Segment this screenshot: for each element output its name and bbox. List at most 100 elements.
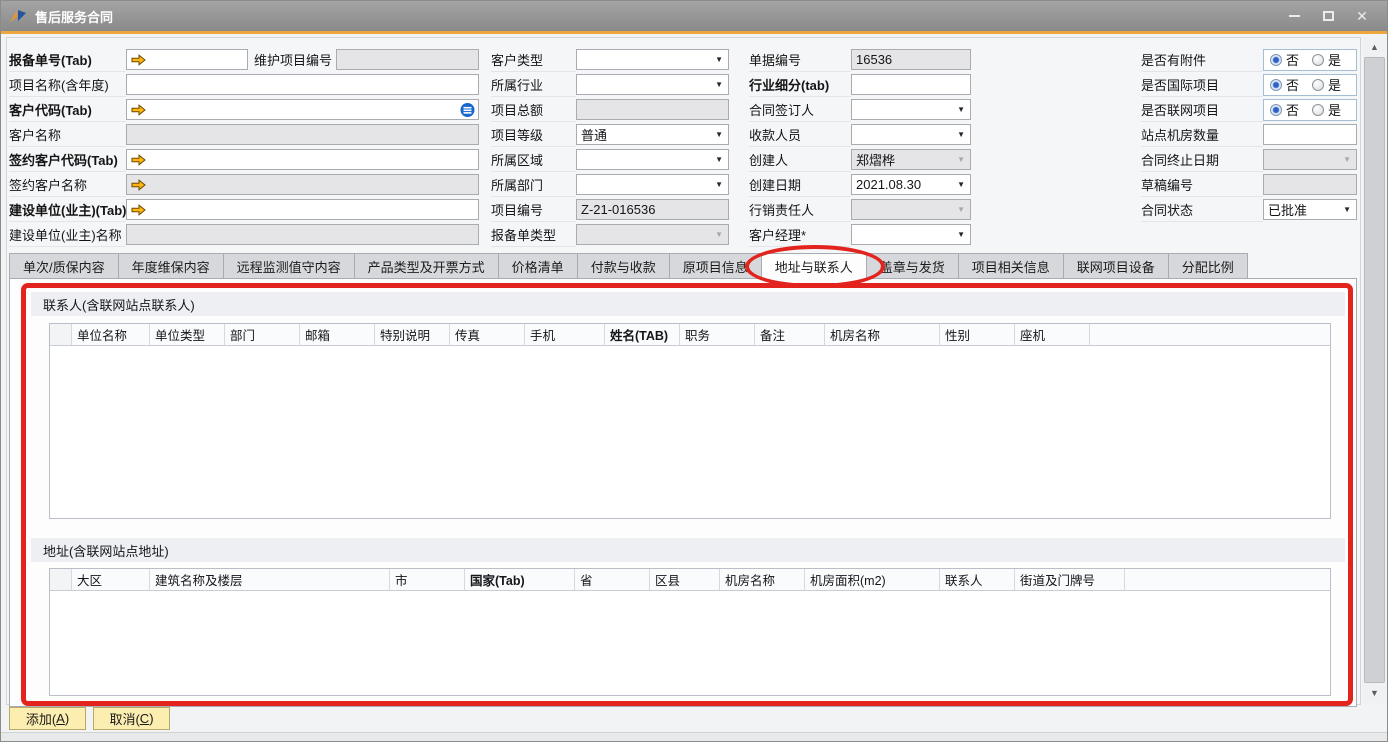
select-field[interactable]: ▼ [851,224,971,245]
radio-option-label: 否 [1286,50,1299,69]
maximize-button[interactable] [1311,5,1345,27]
select-field[interactable]: ▼ [576,149,729,170]
column-header[interactable]: 联系人 [940,569,1015,590]
field-label: 合同签订人 [749,97,851,122]
lookup-list-icon[interactable] [460,102,475,117]
form-field-area [126,147,479,172]
scroll-up-icon[interactable]: ▲ [1363,37,1386,57]
field-label: 客户名称 [9,122,126,147]
tab-4[interactable]: 产品类型及开票方式 [354,253,499,279]
column-header[interactable]: 职务 [680,324,755,345]
text-field-disabled [126,174,479,195]
column-header[interactable]: 单位名称 [72,324,150,345]
column-header[interactable]: 建筑名称及楼层 [150,569,390,590]
tab-5[interactable]: 价格清单 [498,253,578,279]
tab-11[interactable]: 联网项目设备 [1063,253,1169,279]
column-header[interactable]: 国家(Tab) [465,569,575,590]
column-header[interactable]: 省 [575,569,650,590]
column-header[interactable]: 传真 [450,324,525,345]
field-value: 2021.08.30 [856,177,921,192]
text-field[interactable] [126,49,248,70]
column-header[interactable]: 机房面积(m2) [805,569,940,590]
contacts-table: 单位名称单位类型部门邮箱特别说明传真手机姓名(TAB)职务备注机房名称性别座机 [49,323,1331,519]
radio-option[interactable]: 否 [1270,75,1299,94]
column-header[interactable]: 手机 [525,324,605,345]
form-field-area [576,97,729,122]
field-label: 报备单类型 [491,222,576,247]
select-field[interactable]: ▼ [851,99,971,120]
column-header[interactable]: 特别说明 [375,324,450,345]
column-header[interactable]: 姓名(TAB) [605,324,680,345]
column-header[interactable]: 邮箱 [300,324,375,345]
column-header[interactable]: 街道及门牌号 [1015,569,1125,590]
column-header[interactable]: 单位类型 [150,324,225,345]
column-header[interactable]: 区县 [650,569,720,590]
tab-10[interactable]: 项目相关信息 [958,253,1064,279]
form-row: 客户名称 [9,122,479,147]
select-field[interactable]: 普通▼ [576,124,729,145]
column-header[interactable]: 性别 [940,324,1015,345]
field-label: 项目总额 [491,97,576,122]
tab-9[interactable]: 盖章与发货 [866,253,959,279]
text-field[interactable] [1263,124,1357,145]
radio-option[interactable]: 是 [1312,50,1341,69]
tab-8[interactable]: 地址与联系人 [761,253,867,279]
select-field[interactable]: 已批准▼ [1263,199,1357,220]
column-header[interactable]: 机房名称 [825,324,940,345]
form-row: 所属部门▼ [491,172,729,197]
text-field[interactable] [126,74,479,95]
field-label: 行销责任人 [749,197,851,222]
field-label: 创建人 [749,147,851,172]
column-header[interactable]: 大区 [72,569,150,590]
title-bar: 售后服务合同 ✕ [1,1,1387,31]
select-field[interactable]: ▼ [576,49,729,70]
column-header[interactable]: 部门 [225,324,300,345]
add-button[interactable]: 添加(A) [9,707,86,730]
tab-6[interactable]: 付款与收款 [577,253,670,279]
text-field-disabled [126,224,479,245]
form-row: 项目总额 [491,97,729,122]
column-header[interactable]: 机房名称 [720,569,805,590]
dropdown-caret-icon: ▼ [1343,155,1352,164]
text-field[interactable] [126,199,479,220]
app-logo-icon [9,8,28,24]
vertical-scrollbar[interactable]: ▲ ▼ [1363,37,1386,703]
text-field[interactable] [851,74,971,95]
select-field[interactable]: ▼ [576,174,729,195]
text-field[interactable] [126,149,479,170]
radio-option-label: 否 [1286,75,1299,94]
column-header[interactable]: 座机 [1015,324,1090,345]
field-label: 建设单位(业主)(Tab) [9,197,126,222]
cancel-button[interactable]: 取消(C) [93,707,170,730]
form-field-area: 普通▼ [576,122,729,147]
tab-3[interactable]: 远程监测值守内容 [223,253,355,279]
form-row: 收款人员▼ [749,122,971,147]
radio-option[interactable]: 否 [1270,100,1299,119]
scrollbar-thumb[interactable] [1364,57,1385,683]
required-arrow-icon [131,54,146,66]
field-value: 16536 [856,52,892,67]
column-header[interactable]: 备注 [755,324,825,345]
form-row: 所属行业▼ [491,72,729,97]
contacts-section-title: 联系人(含联网站点联系人) [43,295,195,314]
column-header[interactable]: 市 [390,569,465,590]
text-field[interactable] [126,99,479,120]
tab-7[interactable]: 原项目信息 [669,253,762,279]
radio-selected-icon [1270,104,1282,116]
field-label: 客户代码(Tab) [9,97,126,122]
radio-option[interactable]: 是 [1312,75,1341,94]
minimize-button[interactable] [1277,5,1311,27]
contacts-section-header: 联系人(含联网站点联系人) [31,292,1345,316]
radio-option[interactable]: 是 [1312,100,1341,119]
tab-2[interactable]: 年度维保内容 [118,253,224,279]
close-button[interactable]: ✕ [1345,5,1379,27]
tab-1[interactable]: 单次/质保内容 [9,253,119,279]
required-arrow-icon [131,204,146,216]
radio-option[interactable]: 否 [1270,50,1299,69]
tab-12[interactable]: 分配比例 [1168,253,1248,279]
select-field[interactable]: ▼ [851,124,971,145]
select-field[interactable]: ▼ [576,74,729,95]
select-field[interactable]: 2021.08.30▼ [851,174,971,195]
scroll-down-icon[interactable]: ▼ [1363,683,1386,703]
form-field-area [126,172,479,197]
